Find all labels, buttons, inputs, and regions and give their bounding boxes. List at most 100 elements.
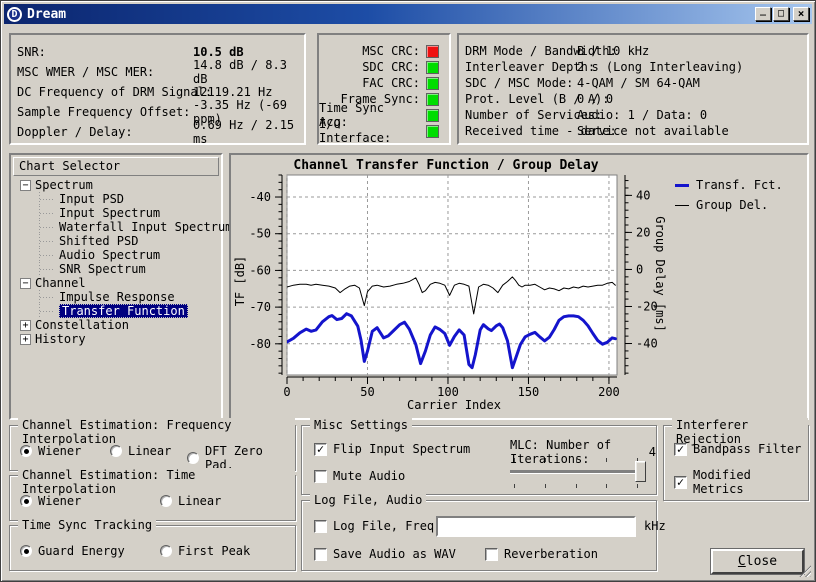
time-sync-group: Time Sync Tracking Guard Energy First Pe… xyxy=(9,525,296,571)
radio-icon[interactable] xyxy=(20,445,32,457)
radio-wiener-freq[interactable]: Wiener xyxy=(20,444,81,458)
signal-row: MSC WMER / MSC MER: 14.8 dB / 8.3 dB xyxy=(11,62,304,82)
chart-panel: Channel Transfer Function / Group Delay … xyxy=(229,153,809,420)
svg-text:40: 40 xyxy=(636,188,650,202)
status-led-panel: MSC CRC: SDC CRC: FAC CRC: Frame Sync: T… xyxy=(317,33,451,145)
collapse-icon[interactable]: − xyxy=(20,180,31,191)
window-title: Dream xyxy=(27,7,753,22)
sample-offset-label: Sample Frequency Offset: xyxy=(17,105,190,119)
mlc-iterations-slider[interactable] xyxy=(510,456,646,490)
dc-freq-value: 12119.21 Hz xyxy=(193,85,272,99)
drm-mode-panel: DRM Mode / Bandwidth: B / 10 kHz Interle… xyxy=(457,33,809,145)
tree-item-impulse-response[interactable]: Impulse Response xyxy=(11,290,221,304)
led-row: MSC CRC: xyxy=(319,43,449,59)
slider-groove[interactable] xyxy=(510,470,646,473)
radio-linear-time[interactable]: Linear xyxy=(160,494,221,508)
mode-row: DRM Mode / Bandwidth: B / 10 kHz xyxy=(459,43,807,59)
log-file-freq-checkbox[interactable]: Log File, Freq: kHz xyxy=(314,519,441,533)
app-icon: D xyxy=(7,7,22,22)
sdc-msc-mode-value: 4-QAM / SM 64-QAM xyxy=(577,76,700,90)
snr-value: 10.5 dB xyxy=(193,45,244,59)
checkbox-icon[interactable] xyxy=(314,520,327,533)
time-interp-group: Channel Estimation: Time Interpolation W… xyxy=(9,475,296,521)
radio-first-peak[interactable]: First Peak xyxy=(160,544,250,558)
tree-item-shifted-psd[interactable]: Shifted PSD xyxy=(11,234,221,248)
fac-crc-led xyxy=(426,77,439,90)
expand-icon[interactable]: + xyxy=(20,334,31,345)
svg-text:-20: -20 xyxy=(636,299,658,313)
modified-metrics-checkbox[interactable]: ✓ Modified Metrics xyxy=(674,468,808,496)
sdc-crc-led xyxy=(426,61,439,74)
svg-text:0: 0 xyxy=(283,385,290,399)
tree-item-input-psd[interactable]: Input PSD xyxy=(11,192,221,206)
interleaver-label: Interleaver Depth: xyxy=(465,60,595,74)
misc-settings-title: Misc Settings xyxy=(310,418,412,432)
reverberation-checkbox[interactable]: Reverberation xyxy=(485,547,598,561)
tree-item-snr-spectrum[interactable]: SNR Spectrum xyxy=(11,262,221,276)
bandpass-filter-checkbox[interactable]: ✓ Bandpass Filter xyxy=(674,442,801,456)
radio-icon[interactable] xyxy=(160,495,172,507)
interleaver-value: 2 s (Long Interleaving) xyxy=(577,60,743,74)
tree-item-audio-spectrum[interactable]: Audio Spectrum xyxy=(11,248,221,262)
mute-audio-checkbox[interactable]: Mute Audio xyxy=(314,469,405,483)
close-window-button[interactable]: × xyxy=(793,7,809,21)
tree-item-waterfall-input-spectrum[interactable]: Waterfall Input Spectrum xyxy=(11,220,221,234)
slider-ticks-bottom xyxy=(514,484,638,488)
snr-label: SNR: xyxy=(17,45,46,59)
svg-text:-40: -40 xyxy=(249,190,271,204)
tree-item-input-spectrum[interactable]: Input Spectrum xyxy=(11,206,221,220)
radio-guard-energy[interactable]: Guard Energy xyxy=(20,544,125,558)
checkbox-icon[interactable] xyxy=(485,548,498,561)
flip-input-spectrum-checkbox[interactable]: ✓ Flip Input Spectrum xyxy=(314,442,470,456)
checkbox-icon[interactable] xyxy=(314,470,327,483)
svg-text:200: 200 xyxy=(598,385,620,399)
maximize-button[interactable]: □ xyxy=(773,7,789,21)
svg-text:100: 100 xyxy=(437,385,459,399)
tree-item-channel[interactable]: − Channel xyxy=(11,276,221,290)
freq-interp-title: Channel Estimation: Frequency Interpolat… xyxy=(18,418,295,446)
radio-linear-freq[interactable]: Linear xyxy=(110,444,171,458)
checkbox-icon[interactable]: ✓ xyxy=(674,476,687,489)
svg-text:0: 0 xyxy=(636,262,643,276)
time-interp-title: Channel Estimation: Time Interpolation xyxy=(18,468,295,496)
mode-row: Number of Services: Audio: 1 / Data: 0 xyxy=(459,107,807,123)
slider-ticks-top xyxy=(514,458,638,462)
checkbox-icon[interactable] xyxy=(314,548,327,561)
radio-icon[interactable] xyxy=(187,452,199,464)
chart-legend: Transf. Fct. Group Del. xyxy=(675,175,783,215)
checkbox-icon[interactable]: ✓ xyxy=(314,443,327,456)
prot-level-value: 0 / 0 xyxy=(577,92,613,106)
svg-text:-80: -80 xyxy=(249,337,271,351)
num-services-value: Audio: 1 / Data: 0 xyxy=(577,108,707,122)
radio-icon[interactable] xyxy=(160,545,172,557)
collapse-icon[interactable]: − xyxy=(20,278,31,289)
radio-icon[interactable] xyxy=(110,445,122,457)
log-audio-group: Log File, Audio Log File, Freq: kHz Save… xyxy=(301,500,657,571)
minimize-button[interactable]: _ xyxy=(755,7,771,21)
sdc-msc-mode-label: SDC / MSC Mode: xyxy=(465,76,573,90)
log-audio-title: Log File, Audio xyxy=(310,493,426,507)
title-bar[interactable]: D Dream _ □ × xyxy=(4,4,812,24)
io-interface-label: I/O Interface: xyxy=(319,117,420,145)
radio-icon[interactable] xyxy=(20,545,32,557)
svg-text:50: 50 xyxy=(360,385,374,399)
tree-item-constellation[interactable]: + Constellation xyxy=(11,318,221,332)
tree-item-history[interactable]: + History xyxy=(11,332,221,346)
svg-text:20: 20 xyxy=(636,225,650,239)
checkbox-icon[interactable]: ✓ xyxy=(674,443,687,456)
slider-handle[interactable] xyxy=(635,461,646,482)
fac-crc-label: FAC CRC: xyxy=(362,76,420,90)
radio-icon[interactable] xyxy=(20,495,32,507)
led-row: FAC CRC: xyxy=(319,75,449,91)
tree-item-spectrum[interactable]: − Spectrum xyxy=(11,178,221,192)
close-button[interactable]: Close xyxy=(711,549,804,574)
freq-interp-group: Channel Estimation: Frequency Interpolat… xyxy=(9,425,296,471)
radio-wiener-time[interactable]: Wiener xyxy=(20,494,81,508)
tree-item-transfer-function[interactable]: Transfer Function xyxy=(11,304,221,318)
mlc-iterations-value: 4 xyxy=(649,445,656,459)
wmer-label: MSC WMER / MSC MER: xyxy=(17,65,154,79)
signal-measurements-panel: SNR: 10.5 dB MSC WMER / MSC MER: 14.8 dB… xyxy=(9,33,306,145)
log-freq-input[interactable] xyxy=(436,516,636,537)
save-wav-checkbox[interactable]: Save Audio as WAV xyxy=(314,547,456,561)
expand-icon[interactable]: + xyxy=(20,320,31,331)
